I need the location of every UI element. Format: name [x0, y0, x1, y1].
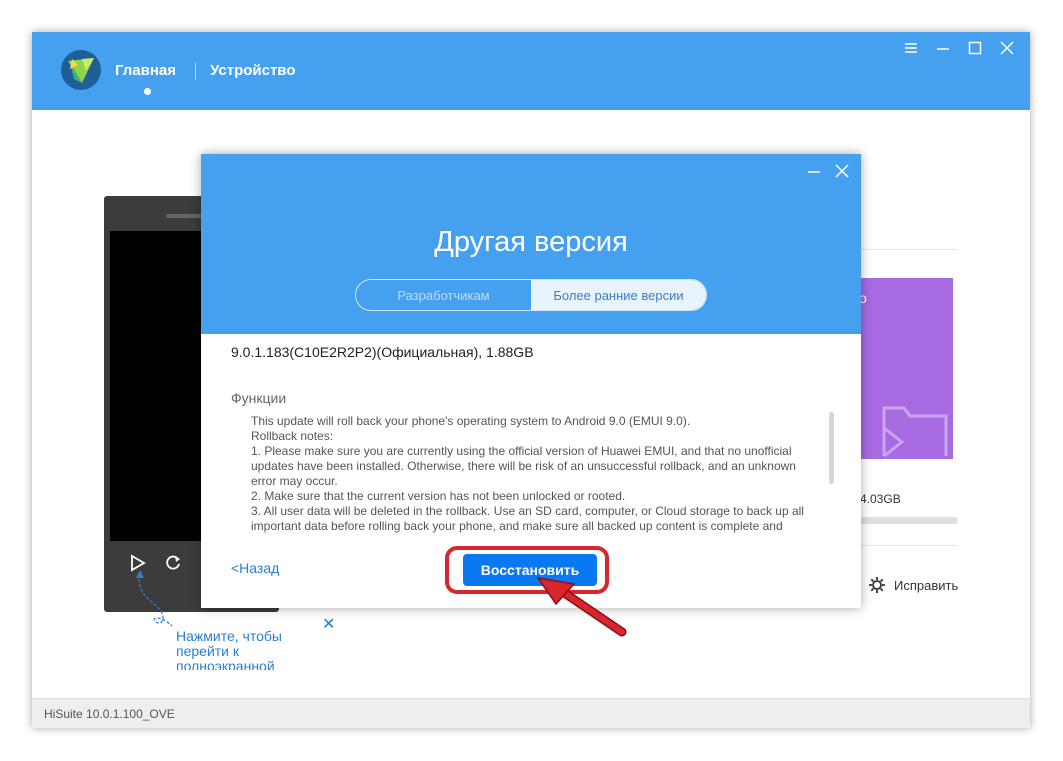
minimize-icon[interactable]: [936, 40, 952, 58]
divider: [860, 249, 958, 250]
close-icon[interactable]: [1000, 40, 1016, 58]
divider: [860, 545, 958, 546]
dialog-minimize-icon[interactable]: [807, 164, 821, 183]
notes-line: 3. All user data will be deleted in the …: [251, 504, 804, 533]
phone-speaker: [166, 214, 206, 218]
repair-label: Исправить: [894, 577, 959, 593]
maximize-icon[interactable]: [968, 40, 984, 58]
pointer-arrow-icon: [536, 576, 627, 637]
storage-bar: [860, 517, 958, 524]
tab-developers[interactable]: Разработчикам: [356, 280, 531, 310]
release-notes[interactable]: This update will roll back your phone's …: [251, 414, 817, 534]
dialog-controls: [807, 164, 849, 183]
fullscreen-hint: Нажмите, чтобы перейти к полноэкранной: [176, 629, 282, 670]
notes-scrollbar[interactable]: [829, 412, 834, 484]
hint-arrow-icon: [136, 570, 173, 627]
backup-card[interactable]: [860, 278, 953, 459]
version-tabs: Разработчикам Более ранние версии: [355, 279, 707, 311]
nav-home[interactable]: Главная: [115, 62, 176, 79]
notes-line: 1. Please make sure you are currently us…: [251, 444, 796, 488]
back-link[interactable]: <Назад: [231, 560, 279, 576]
tab-earlier-versions[interactable]: Более ранние версии: [531, 280, 706, 310]
menu-icon[interactable]: [904, 40, 920, 58]
notes-line: 2. Make sure that the current version ha…: [251, 489, 626, 503]
status-bar: HiSuite 10.0.1.100_OVE: [32, 698, 1030, 728]
dialog-title: Другая версия: [434, 226, 628, 258]
storage-size: 4.03GB: [860, 492, 901, 506]
features-label: Функции: [231, 390, 287, 406]
gear-icon: [869, 577, 885, 593]
dialog-close-icon[interactable]: [835, 164, 849, 183]
title-bar: Главная Устройство: [32, 32, 1030, 110]
notes-line: Rollback notes:: [251, 429, 334, 443]
hisuite-logo-icon: [60, 49, 102, 91]
dialog-header: Другая версия Разработчикам Более ранние…: [201, 154, 861, 334]
other-version-dialog: Другая версия Разработчикам Более ранние…: [201, 154, 861, 608]
nav-divider: [195, 63, 196, 80]
folder-icon: [882, 406, 948, 458]
notes-line: This update will roll back your phone's …: [251, 414, 691, 428]
active-nav-indicator: [144, 88, 151, 95]
app-version: HiSuite 10.0.1.100_OVE: [44, 707, 175, 721]
nav-device[interactable]: Устройство: [210, 62, 296, 79]
hint-close-icon[interactable]: ✕: [322, 614, 335, 634]
repair-button[interactable]: Исправить: [868, 576, 958, 594]
window-controls: [904, 40, 1016, 58]
version-info: 9.0.1.183(C10E2R2P2)(Официальная), 1.88G…: [231, 344, 534, 360]
